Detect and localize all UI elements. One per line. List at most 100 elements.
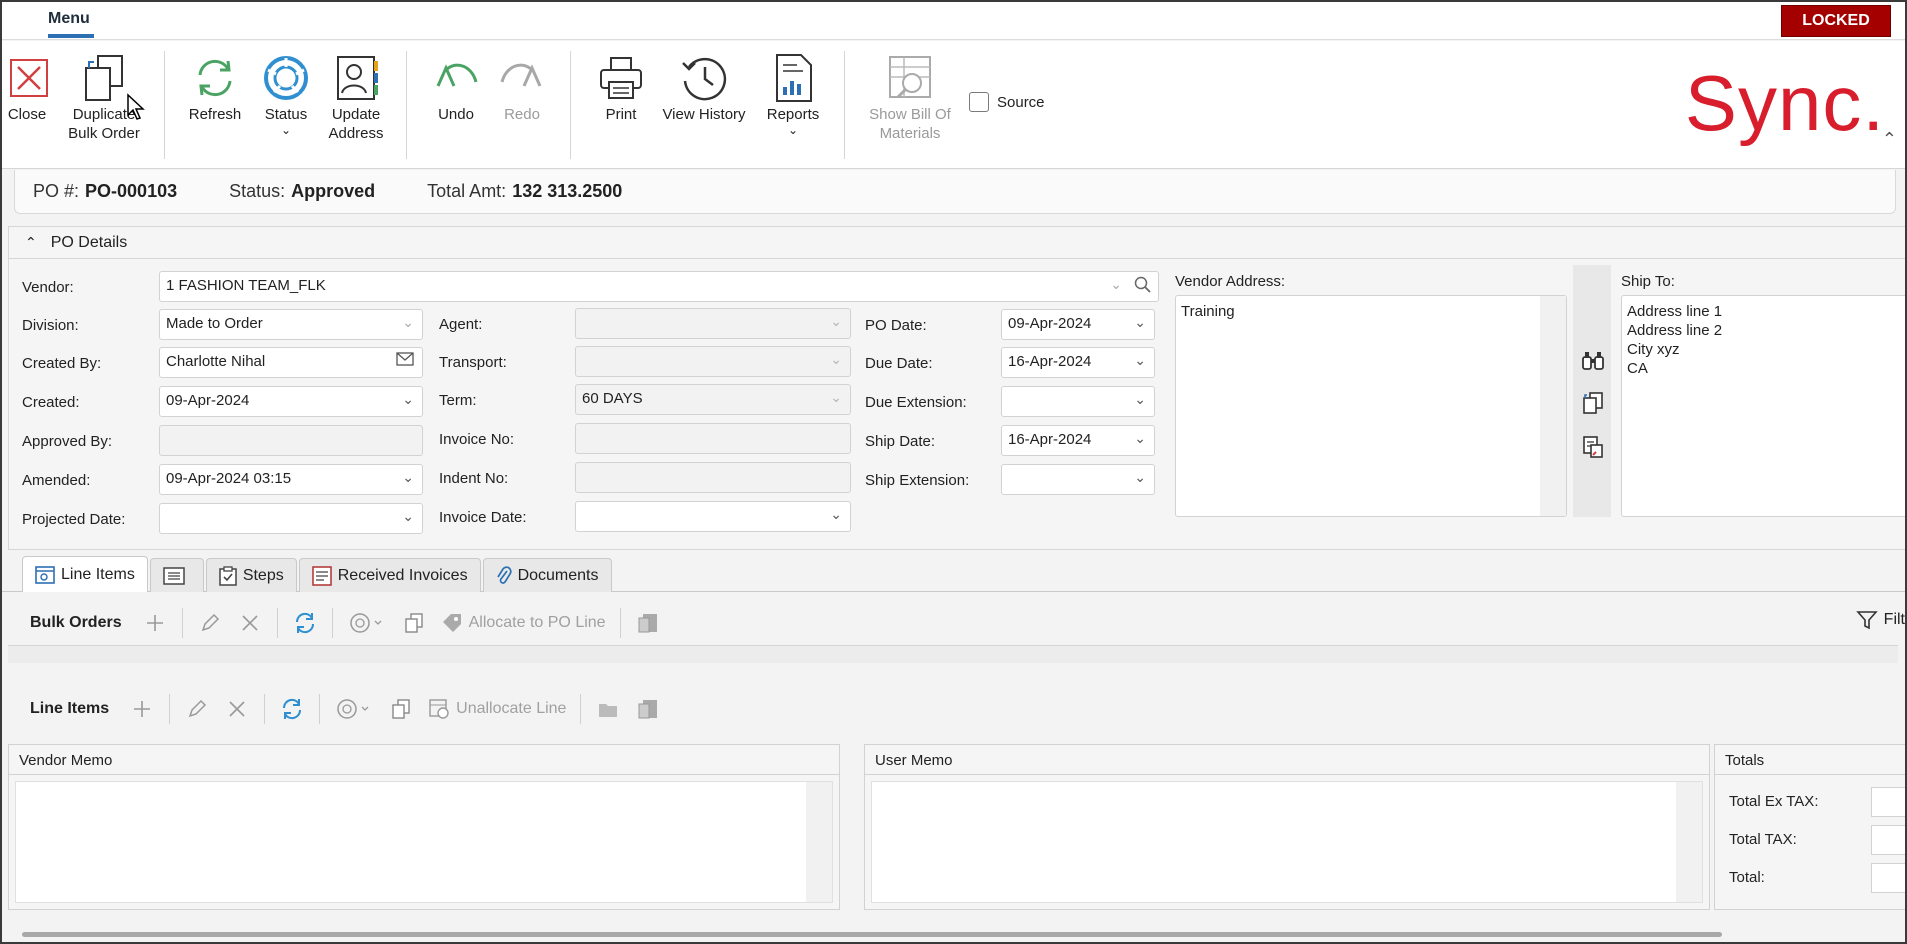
- export-icon[interactable]: [635, 696, 661, 722]
- indent-no-field[interactable]: [575, 462, 851, 493]
- created-by-field[interactable]: Charlotte Nihal: [159, 347, 423, 378]
- list-icon: [163, 566, 185, 585]
- edit-icon[interactable]: [184, 696, 210, 722]
- close-button[interactable]: Close: [4, 51, 50, 124]
- ship-to-box[interactable]: Address line 1 Address line 2 City xyz C…: [1621, 295, 1905, 517]
- po-details-header[interactable]: ⌃ PO Details: [9, 227, 1905, 259]
- copy-address-icon[interactable]: [1581, 391, 1605, 415]
- menu-tab[interactable]: Menu: [48, 10, 90, 28]
- chevron-down-icon[interactable]: ⌄: [1134, 430, 1146, 447]
- created-date-field[interactable]: 09-Apr-2024 ⌄: [159, 386, 423, 417]
- invoice-no-field[interactable]: [575, 423, 851, 454]
- copy-icon[interactable]: [401, 610, 427, 636]
- transport-select[interactable]: ⌄: [575, 346, 851, 377]
- division-select[interactable]: Made to Order ⌄: [159, 309, 423, 340]
- refresh-button[interactable]: Refresh: [182, 51, 248, 124]
- search-icon[interactable]: [1134, 276, 1152, 297]
- ship-extension-field[interactable]: ⌄: [1001, 464, 1155, 495]
- add-icon[interactable]: [142, 610, 168, 636]
- amended-date-field[interactable]: 09-Apr-2024 03:15 ⌄: [159, 464, 423, 495]
- bulk-orders-title: Bulk Orders: [30, 614, 122, 631]
- status-button[interactable]: Status ⌄: [256, 51, 316, 136]
- chevron-down-icon[interactable]: ⌄: [830, 506, 842, 523]
- vendor-field[interactable]: 1 FASHION TEAM_FLK ⌄: [159, 271, 1159, 302]
- refresh-icon: [190, 51, 240, 105]
- approved-by-label: Approved By:: [22, 433, 113, 450]
- view-history-button[interactable]: View History: [658, 51, 750, 124]
- checkbox-box[interactable]: [969, 92, 989, 112]
- binoculars-icon[interactable]: [1581, 349, 1605, 373]
- term-select[interactable]: 60 DAYS ⌄: [575, 384, 851, 415]
- tab-steps[interactable]: Steps: [205, 558, 297, 592]
- refresh-icon[interactable]: [292, 610, 318, 636]
- chevron-down-icon[interactable]: ⌄: [1134, 469, 1146, 486]
- po-date-field[interactable]: 09-Apr-2024 ⌄: [1001, 309, 1155, 340]
- mail-icon[interactable]: [396, 352, 414, 369]
- update-address-button[interactable]: Update Address: [320, 51, 392, 143]
- vendor-address-box[interactable]: Training: [1175, 295, 1567, 517]
- status-icon: [261, 51, 311, 105]
- export-icon[interactable]: [635, 610, 661, 636]
- delete-icon[interactable]: [224, 696, 250, 722]
- paste-address-icon[interactable]: [1581, 435, 1605, 459]
- locked-badge: LOCKED: [1781, 5, 1891, 37]
- delete-icon[interactable]: [237, 610, 263, 636]
- due-extension-field[interactable]: ⌄: [1001, 386, 1155, 417]
- invoice-date-field[interactable]: ⌄: [575, 501, 851, 532]
- close-icon: [4, 51, 54, 105]
- approved-by-field[interactable]: [159, 425, 423, 456]
- agent-select[interactable]: ⌄: [575, 308, 851, 339]
- chevron-down-icon[interactable]: ⌄: [1134, 352, 1146, 369]
- unallocate-line-button[interactable]: Unallocate Line: [428, 698, 566, 720]
- tab-received-invoices[interactable]: Received Invoices: [298, 558, 481, 592]
- chevron-down-icon[interactable]: ⌄: [1134, 391, 1146, 408]
- term-label: Term:: [439, 392, 477, 409]
- toolbar-separator: [580, 694, 582, 724]
- edit-icon[interactable]: [197, 610, 223, 636]
- amended-value: 09-Apr-2024 03:15: [166, 470, 292, 487]
- filter-button[interactable]: Filt: [1855, 609, 1905, 631]
- chevron-down-icon: ⌄: [787, 123, 799, 137]
- source-checkbox[interactable]: Source: [969, 92, 1045, 112]
- reports-button[interactable]: Reports ⌄: [758, 51, 828, 136]
- due-date-field[interactable]: 16-Apr-2024 ⌄: [1001, 347, 1155, 378]
- undo-button[interactable]: Undo: [428, 51, 484, 124]
- chevron-down-icon[interactable]: ⌄: [402, 391, 414, 408]
- horizontal-scrollbar[interactable]: [22, 932, 1722, 937]
- scrollbar[interactable]: [806, 782, 832, 902]
- ship-to-line: CA: [1627, 360, 1648, 377]
- open-folder-icon[interactable]: [595, 696, 621, 722]
- projected-date-field[interactable]: ⌄: [159, 503, 423, 534]
- tab-line-items[interactable]: Line Items: [22, 556, 148, 592]
- add-icon[interactable]: [129, 696, 155, 722]
- scrollbar[interactable]: [1676, 782, 1702, 902]
- ship-date-field[interactable]: 16-Apr-2024 ⌄: [1001, 425, 1155, 456]
- refresh-icon[interactable]: [279, 696, 305, 722]
- copy-icon[interactable]: [388, 696, 414, 722]
- due-extension-label: Due Extension:: [865, 394, 967, 411]
- chevron-down-icon[interactable]: ⌄: [402, 508, 414, 525]
- chevron-down-icon[interactable]: ⌄: [402, 469, 414, 486]
- ship-extension-label: Ship Extension:: [865, 472, 970, 489]
- redo-button[interactable]: Redo: [494, 51, 550, 124]
- history-icon: [679, 51, 729, 105]
- collapse-ribbon-icon[interactable]: ⌃: [1882, 129, 1897, 150]
- division-value: Made to Order: [166, 315, 263, 332]
- scrollbar[interactable]: [1540, 296, 1566, 516]
- vendor-memo-textarea[interactable]: [15, 781, 833, 903]
- chevron-down-icon[interactable]: ⌄: [1110, 276, 1122, 293]
- tab-documents[interactable]: Documents: [482, 558, 612, 592]
- status-dropdown-icon[interactable]: [334, 696, 374, 722]
- user-memo-textarea[interactable]: [871, 781, 1703, 903]
- allocate-to-po-line-button[interactable]: Allocate to PO Line: [441, 612, 606, 634]
- vendor-address-label: Vendor Address:: [1175, 273, 1286, 290]
- tab-details[interactable]: [149, 558, 204, 592]
- po-number-value: PO-000103: [85, 181, 178, 201]
- status-dropdown-icon[interactable]: [347, 610, 387, 636]
- division-label: Division:: [22, 317, 79, 334]
- toolbar-separator: [181, 608, 183, 638]
- vendor-memo-title: Vendor Memo: [9, 745, 839, 775]
- print-button[interactable]: Print: [590, 51, 652, 124]
- chevron-down-icon[interactable]: ⌄: [1134, 314, 1146, 331]
- show-bill-of-materials-button[interactable]: Show Bill Of Materials: [860, 51, 960, 143]
